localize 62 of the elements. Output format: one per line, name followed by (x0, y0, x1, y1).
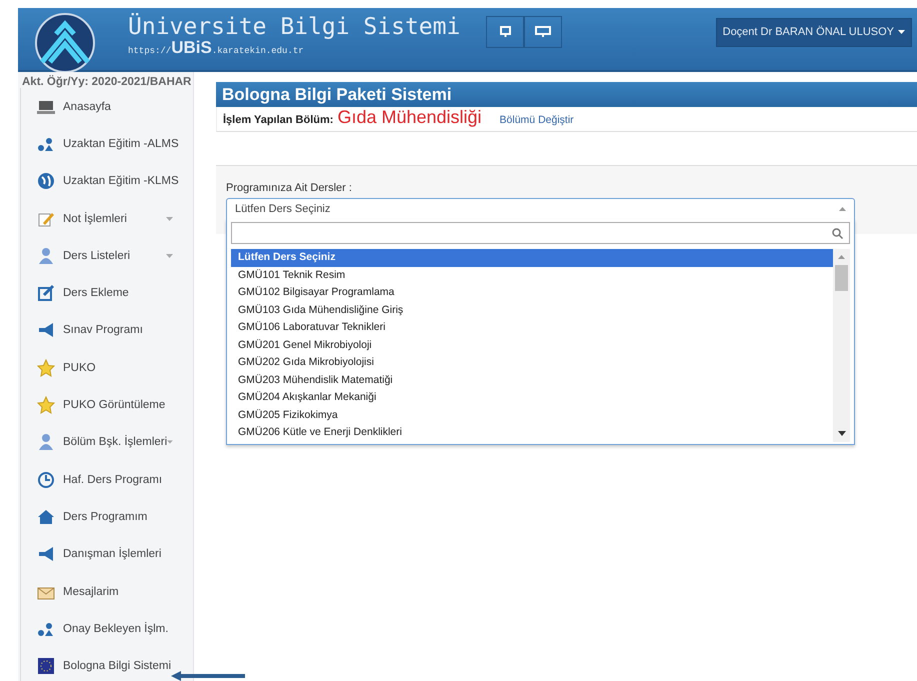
panel-title: Bologna Bilgi Paketi Sistemi (216, 82, 917, 107)
flag-icon (37, 657, 55, 676)
monitor-button[interactable] (486, 16, 524, 48)
site-title: Üniversite Bilgi Sistemi (128, 14, 460, 40)
sidebar-item[interactable]: Anasayfa (20, 88, 193, 126)
person-icon (37, 246, 55, 265)
megaphone-icon (37, 321, 55, 340)
dropdown-option[interactable]: GMÜ206 Kütle ve Enerji Denklikleri (231, 424, 833, 442)
sidebar-item[interactable]: PUKO Görüntüleme (20, 386, 193, 424)
megaphone-icon (37, 545, 55, 564)
edit-icon (37, 284, 55, 302)
scrollbar-thumb[interactable] (835, 265, 848, 291)
sidebar-item[interactable]: Ders Programım (20, 498, 193, 536)
person-icon (37, 433, 55, 452)
dropdown-option[interactable]: GMÜ203 Mühendislik Matematiği (231, 372, 833, 389)
dropdown-option[interactable]: GMÜ103 Gıda Mühendisliğine Giriş (231, 302, 833, 319)
sidebar-item[interactable]: Sınav Programı (20, 312, 193, 350)
dropdown-option[interactable]: GMÜ201 Genel Mikrobiyoloji (231, 336, 833, 354)
caret-icon (898, 30, 905, 34)
search-field[interactable] (231, 222, 850, 244)
dropdown-option[interactable]: Lütfen Ders Seçiniz (231, 249, 833, 266)
dropdown-option[interactable]: GMÜ205 Fizikokimya (231, 406, 833, 424)
change-department-link[interactable]: Bölümü Değiştir (500, 114, 574, 126)
arrow-icon (171, 671, 245, 681)
star-icon (37, 358, 55, 377)
home-icon (37, 508, 55, 526)
sidebar-item[interactable]: Uzaktan Eğitim -KLMS (20, 162, 193, 200)
dropdown-option[interactable]: GMÜ204 Akışkanlar Mekaniği (231, 389, 833, 406)
university-logo-icon (32, 12, 98, 74)
sidebar-item[interactable]: Bölüm Bşk. İşlemleri (20, 424, 193, 461)
dropdown-option[interactable]: GMÜ101 Teknik Resim (231, 266, 833, 284)
sidebar-item[interactable]: PUKO (20, 349, 193, 386)
url-suffix: .karatekin.edu.tr (212, 46, 304, 56)
up-caret-icon (839, 207, 846, 211)
course-select[interactable]: Lütfen Ders Seçiniz (226, 198, 855, 220)
scrollbar[interactable] (833, 249, 850, 442)
sidebar-item[interactable]: Ders Ekleme (20, 274, 193, 312)
field-label: Programınıza Ait Dersler : (226, 182, 353, 194)
url-prefix: https:// (128, 46, 172, 56)
term-label: Akt. Öğr/Yy: 2020-2021/BAHAR (21, 76, 192, 88)
url-brand: UBiS (171, 38, 212, 57)
department-label: İşlem Yapılan Bölüm: (223, 114, 334, 126)
sidebar-item[interactable]: Onay Bekleyen İşlm. (20, 610, 193, 648)
monitor-icon (535, 26, 552, 38)
sidebar-item[interactable]: Mesajlarim (20, 572, 193, 610)
sidebar-item[interactable]: Uzaktan Eğitim -ALMS (20, 125, 193, 163)
sidebar-item[interactable]: Haf. Ders Programı (20, 460, 193, 498)
user-menu[interactable]: Doçent Dr BARAN ÖNAL ULUSOY (716, 18, 912, 46)
clock-icon (37, 470, 55, 489)
star-icon (37, 396, 55, 414)
monitor-button[interactable] (524, 16, 562, 48)
search-icon (832, 228, 843, 238)
dropdown-option[interactable]: GMÜ202 Gıda Mikrobiyolojisi (231, 354, 833, 372)
sidebar-item[interactable]: Ders Listeleri (20, 237, 193, 274)
up-arrow-icon (838, 255, 845, 259)
monitor-icon (500, 26, 511, 38)
department-name: Gıda Mühendisliği (337, 107, 482, 128)
dropdown-option[interactable]: GMÜ102 Bilgisayar Programlama (231, 284, 833, 302)
down-arrow-icon (838, 431, 846, 436)
sidebar-item[interactable]: Not İşlemleri (20, 200, 193, 238)
sidebar-item[interactable]: Danışman İşlemleri (20, 536, 193, 573)
dropdown-option[interactable]: GMÜ106 Laboratuvar Teknikleri (231, 319, 833, 336)
